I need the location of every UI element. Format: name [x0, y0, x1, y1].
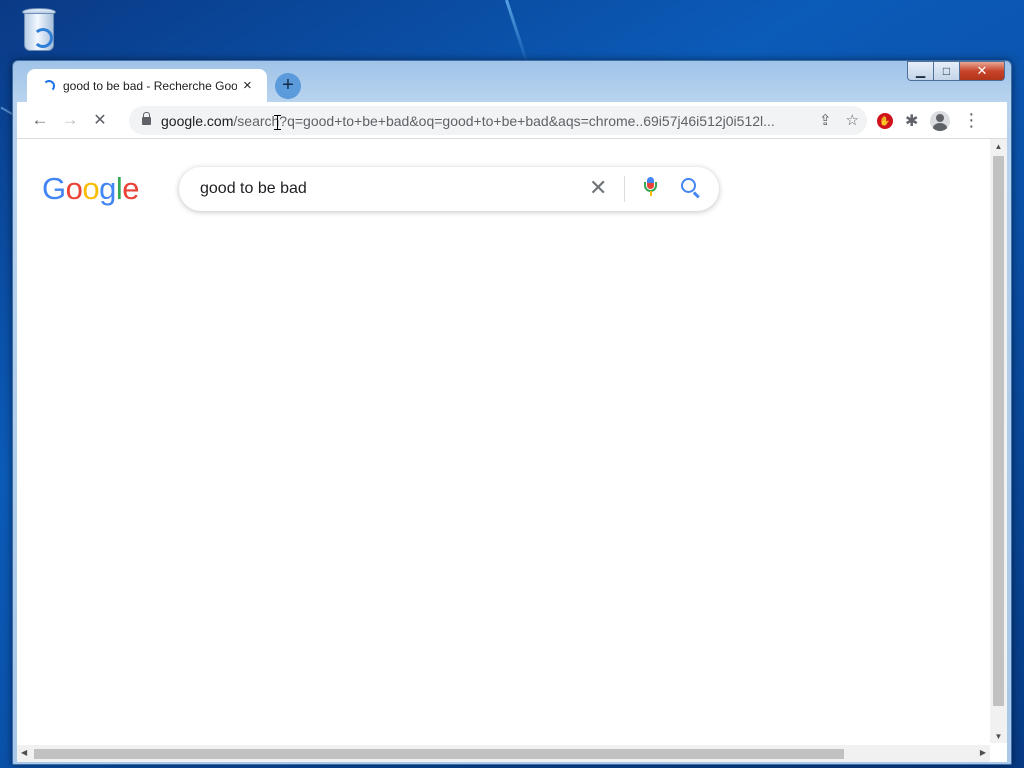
text-cursor-icon — [274, 115, 281, 130]
search-input[interactable] — [200, 180, 580, 198]
vertical-scroll-thumb[interactable] — [993, 156, 1004, 706]
address-bar[interactable]: google.com/search?q=good+to+be+bad&oq=go… — [129, 106, 867, 135]
scroll-down-arrow-icon[interactable]: ▼ — [990, 732, 1007, 741]
lock-icon[interactable] — [142, 111, 151, 125]
menu-icon[interactable]: ⋮ — [962, 110, 980, 131]
browser-tab[interactable]: good to be bad - Recherche Google × — [27, 69, 267, 102]
extensions-icon[interactable]: ✱ — [905, 111, 918, 131]
forward-arrow-icon[interactable]: → — [55, 110, 85, 130]
logo-letter: o — [82, 171, 100, 206]
mic-stem — [650, 191, 652, 196]
omnibox-actions: ⇪ ☆ — [819, 111, 859, 129]
toolbar-right: ✋ ✱ ⋮ — [877, 110, 980, 131]
stop-loading-icon[interactable]: ✕ — [85, 110, 115, 130]
recycle-bin-body — [24, 13, 54, 51]
browser-window: ▁ □ ✕ good to be bad - Recherche Google … — [12, 60, 1012, 765]
voice-search-mic-icon[interactable] — [644, 177, 657, 196]
bookmark-star-icon[interactable]: ☆ — [846, 111, 859, 129]
logo-letter: o — [65, 171, 83, 206]
profile-icon[interactable] — [930, 110, 951, 131]
maximize-button[interactable]: □ — [933, 61, 959, 81]
search-magnifier-icon[interactable] — [681, 178, 696, 193]
search-divider — [624, 176, 625, 202]
logo-letter: e — [122, 171, 140, 206]
scroll-right-arrow-icon[interactable]: ▶ — [980, 748, 986, 757]
google-logo[interactable]: Google — [42, 171, 140, 207]
clear-search-icon[interactable]: ✕ — [589, 177, 607, 199]
adblock-extension-icon[interactable]: ✋ — [877, 112, 893, 129]
scroll-up-arrow-icon[interactable]: ▲ — [990, 142, 1007, 151]
browser-toolbar: ← → ✕ google.com/search?q=good+to+be+bad… — [17, 102, 1007, 138]
minimize-button[interactable]: ▁ — [907, 61, 933, 81]
logo-letter: g — [99, 171, 116, 206]
tab-title: good to be bad - Recherche Google — [63, 78, 237, 93]
new-tab-button[interactable]: + — [275, 73, 301, 99]
url-path: /search?q=good+to+be+bad&oq=good+to+be+b… — [233, 112, 775, 129]
share-icon[interactable]: ⇪ — [819, 111, 832, 129]
url-host: google.com — [161, 112, 234, 129]
close-window-button[interactable]: ✕ — [959, 61, 1005, 81]
page-content: Google ✕ ▲ ▼ ◀ ▶ — [17, 138, 1007, 762]
horizontal-scrollbar[interactable]: ◀ ▶ — [17, 745, 990, 762]
window-controls: ▁ □ ✕ — [907, 61, 1005, 81]
vertical-scrollbar[interactable]: ▲ ▼ — [990, 139, 1007, 743]
scroll-left-arrow-icon[interactable]: ◀ — [21, 748, 27, 757]
loading-spinner-icon — [43, 79, 55, 92]
search-box: ✕ — [179, 167, 719, 211]
back-arrow-icon[interactable]: ← — [25, 110, 55, 130]
horizontal-scroll-thumb[interactable] — [34, 749, 844, 759]
logo-letter: G — [42, 171, 66, 206]
address-bar-url[interactable]: google.com/search?q=good+to+be+bad&oq=go… — [161, 113, 797, 129]
close-tab-icon[interactable]: × — [243, 77, 252, 94]
desktop-wallpaper-streak — [505, 0, 530, 68]
recycle-bin-icon[interactable] — [20, 8, 58, 54]
